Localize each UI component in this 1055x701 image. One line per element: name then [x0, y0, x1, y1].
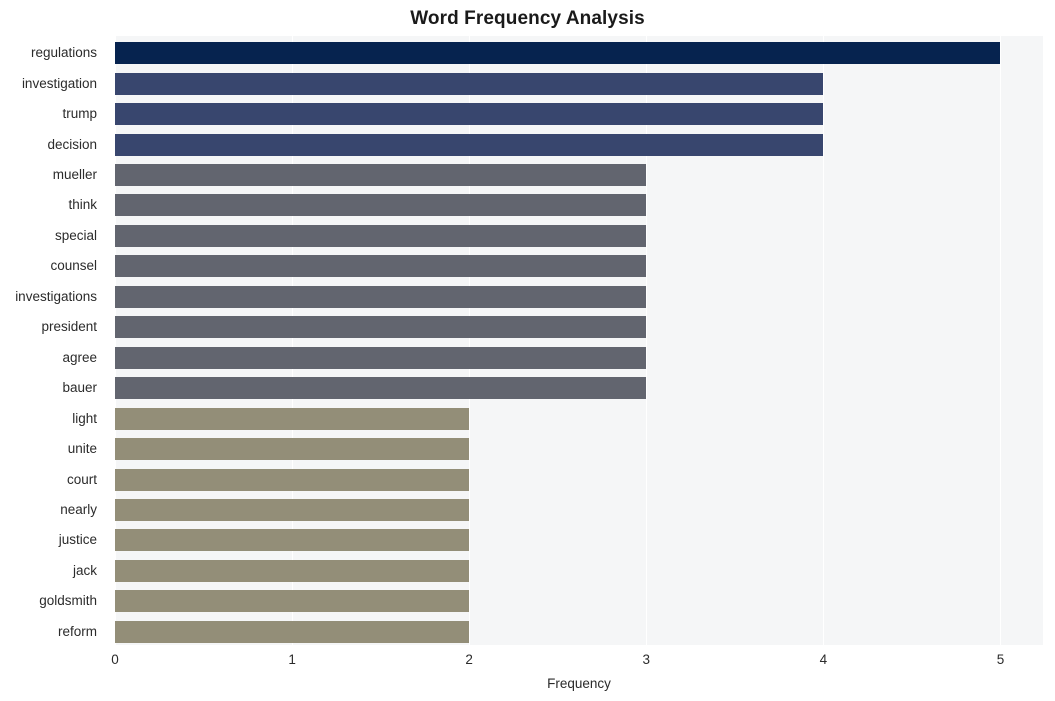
x-axis-tick-label: 2: [465, 652, 473, 667]
bar: [115, 42, 1001, 65]
gridline-x-0: [115, 36, 116, 645]
y-axis-tick-label: nearly: [60, 501, 97, 517]
y-axis-tick-label: unite: [67, 441, 97, 457]
gridline-x-2: [469, 36, 471, 645]
x-axis-tick-label: 4: [819, 652, 828, 667]
y-axis-tick-label: special: [54, 227, 97, 243]
x-axis-tick-label: 3: [642, 652, 651, 667]
bar: [115, 377, 647, 400]
gridline-x-5: [1000, 36, 1002, 645]
bar: [115, 224, 647, 247]
bar: [115, 133, 824, 156]
bar: [115, 285, 647, 308]
y-axis-tick-label: court: [66, 471, 97, 487]
y-axis-tick-label: regulations: [30, 45, 97, 61]
y-axis-tick-label: goldsmith: [39, 593, 97, 609]
y-axis-tick-labels: regulations investigation trump decision mue…: [0, 36, 107, 645]
y-axis-tick-label: mueller: [52, 167, 97, 183]
y-axis-tick-label: justice: [58, 532, 97, 548]
gridline-x-1: [292, 36, 294, 645]
bar: [115, 529, 470, 552]
y-axis-tick-label: counsel: [50, 258, 97, 274]
y-axis-tick-label: light: [72, 410, 97, 426]
bar: [115, 438, 470, 461]
y-axis-tick-label: decision: [47, 136, 97, 152]
chart-title: Word Frequency Analysis: [410, 8, 645, 29]
y-axis-tick-label: agree: [62, 349, 97, 365]
word-frequency-chart: Word Frequency Analysis regulations inves…: [0, 0, 1055, 701]
bar: [115, 407, 470, 430]
y-axis-tick-label: president: [41, 319, 97, 335]
bar: [115, 559, 470, 582]
bar: [115, 103, 824, 126]
bar: [115, 194, 647, 217]
gridline-x-3: [646, 36, 648, 645]
bar: [115, 590, 470, 613]
x-axis-tick-labels: 0 1 2 3 4 5: [111, 650, 1043, 672]
y-axis-tick-label: investigation: [21, 75, 97, 91]
bar: [115, 620, 470, 643]
x-axis-tick-label: 5: [996, 652, 1005, 667]
bar: [115, 468, 470, 491]
bar: [115, 164, 647, 187]
y-axis-tick-label: investigations: [15, 288, 97, 304]
y-axis-tick-label: think: [68, 197, 97, 213]
y-axis-tick-label: jack: [72, 562, 97, 578]
x-axis-tick-label: 0: [111, 652, 119, 667]
plot-area: [115, 36, 1043, 645]
gridline-x-4: [823, 36, 825, 645]
y-axis-tick-label: bauer: [62, 380, 97, 396]
x-axis-label: Frequency: [547, 676, 611, 691]
bar: [115, 72, 824, 95]
bar: [115, 346, 647, 369]
bar: [115, 255, 647, 278]
bar: [115, 498, 470, 521]
y-axis-tick-label: trump: [62, 106, 97, 122]
x-axis-tick-label: 1: [288, 652, 296, 667]
y-axis-tick-label: reform: [57, 623, 97, 639]
bar: [115, 316, 647, 339]
